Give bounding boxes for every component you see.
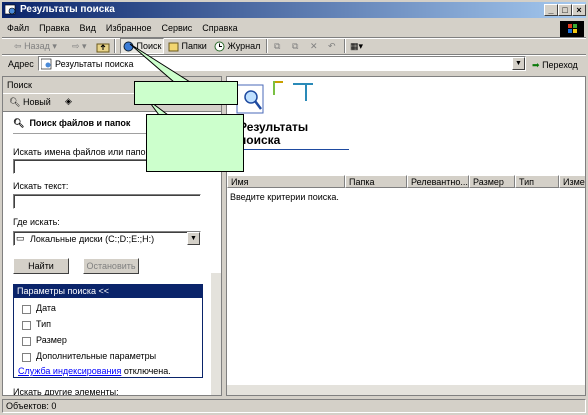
callout-box-bottom bbox=[146, 114, 244, 172]
callout-box-top bbox=[134, 81, 238, 105]
callout-pointers bbox=[129, 43, 192, 131]
explorer-window: Результаты поиска _ □ × Файл Правка Вид Изб… bbox=[0, 0, 588, 415]
